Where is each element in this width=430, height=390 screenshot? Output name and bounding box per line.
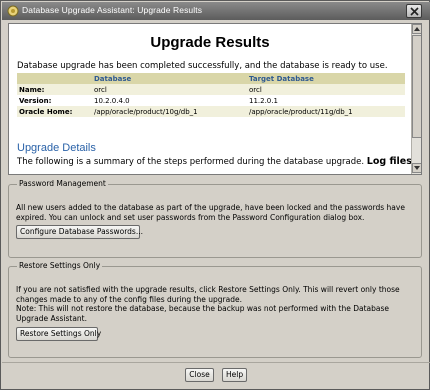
table-header-blank xyxy=(17,73,92,84)
configure-passwords-button[interactable]: Configure Database Passwords... xyxy=(16,225,143,239)
table-row: Oracle Home: /app/oracle/product/10g/db_… xyxy=(17,106,405,117)
table-row: Version: 10.2.0.4.0 11.2.0.1 xyxy=(17,95,405,106)
table-cell: 10.2.0.4.0 xyxy=(94,96,130,105)
table-row: Name: orcl orcl xyxy=(17,84,405,95)
footer-separator xyxy=(2,362,430,363)
table-cell: /app/oracle/product/11g/db_1 xyxy=(247,106,405,117)
restore-settings-group: Restore Settings Only If you are not sat… xyxy=(8,261,422,358)
dbua-window: Database Upgrade Assistant: Upgrade Resu… xyxy=(0,0,430,390)
table-cell: 11.2.0.1 xyxy=(249,96,278,105)
table-cell: orcl xyxy=(92,84,247,95)
password-management-group: Password Management All new users added … xyxy=(8,179,422,258)
results-message: Database upgrade has been completed succ… xyxy=(17,61,388,71)
scroll-up-arrow-icon[interactable] xyxy=(412,24,421,34)
title-bar[interactable]: Database Upgrade Assistant: Upgrade Resu… xyxy=(2,2,430,20)
password-management-text: All new users added to the database as p… xyxy=(16,203,405,222)
results-content: Upgrade Results Database upgrade has bee… xyxy=(9,24,411,174)
scroll-down-arrow-icon[interactable] xyxy=(412,163,421,173)
table-cell: Name: xyxy=(17,84,92,95)
results-scroll-pane[interactable]: Upgrade Results Database upgrade has bee… xyxy=(8,23,422,175)
restore-settings-legend: Restore Settings Only xyxy=(17,261,103,270)
help-button[interactable]: Help xyxy=(222,368,247,382)
upgrade-details-heading: Upgrade Details xyxy=(17,142,96,154)
restore-settings-only-button[interactable]: Restore Settings Only xyxy=(16,327,101,341)
restore-settings-text: If you are not satisfied with the upgrad… xyxy=(16,285,400,304)
upgrade-details-summary: The following is a summary of the steps … xyxy=(17,157,365,167)
table-cell: Version: xyxy=(19,96,52,105)
table-cell: orcl xyxy=(247,84,405,95)
vertical-scrollbar[interactable] xyxy=(411,24,421,174)
results-heading: Upgrade Results xyxy=(150,34,270,51)
table-cell: /app/oracle/product/10g/db_1 xyxy=(92,106,247,117)
log-files-link[interactable]: Log files xyxy=(367,156,411,167)
close-button[interactable]: Close xyxy=(185,368,214,382)
scrollbar-thumb[interactable] xyxy=(412,35,421,138)
restore-settings-note: Note: This will not restore the database… xyxy=(16,304,390,323)
database-info-table: Database Target Database Name: orcl orcl… xyxy=(17,73,405,117)
table-header-row: Database Target Database xyxy=(17,73,405,84)
app-icon xyxy=(7,5,19,17)
window-title: Database Upgrade Assistant: Upgrade Resu… xyxy=(22,5,203,15)
password-management-legend: Password Management xyxy=(17,179,108,188)
table-header-database: Database xyxy=(92,73,247,84)
window-close-button[interactable] xyxy=(406,4,422,18)
table-header-target-database: Target Database xyxy=(247,73,405,84)
upgrade-details-text: The following is a summary of the steps … xyxy=(17,156,411,167)
table-cell: Oracle Home: xyxy=(17,106,92,117)
